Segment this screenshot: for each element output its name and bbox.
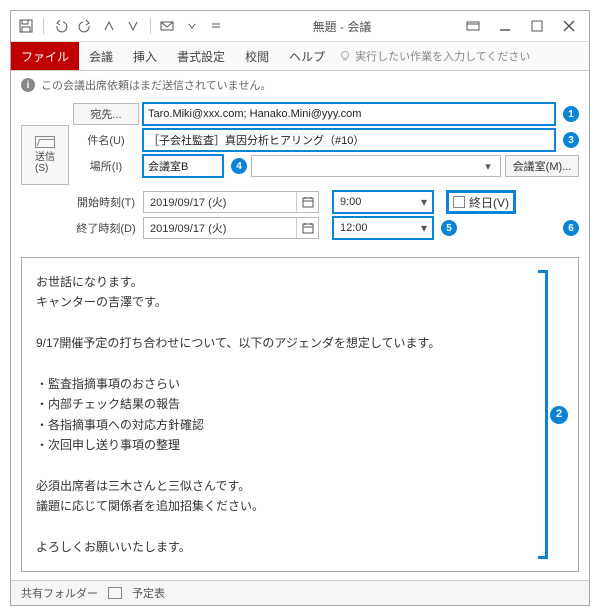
info-text: この会議出席依頼はまだ送信されていません。 [41,77,271,93]
subject-value: ［子会社監査］真因分析ヒアリング（#10） [148,132,364,148]
tell-me[interactable]: 実行したい作業を入力してください [339,48,530,64]
send-label: 送信 [35,152,55,163]
info-bar: i この会議出席依頼はまだ送信されていません。 [11,71,589,99]
tab-review[interactable]: 校閲 [235,42,279,70]
end-time-field[interactable]: 12:00 ▾ [333,217,433,239]
redo-icon[interactable] [76,17,94,35]
to-button[interactable]: 宛先... [73,103,139,125]
save-icon[interactable] [17,17,35,35]
undo-icon[interactable] [52,17,70,35]
start-label: 開始時刻(T) [73,194,139,210]
status-bar: 共有フォルダー 予定表 [11,580,589,605]
end-label: 終了時刻(D) [73,220,139,236]
location-rest[interactable]: ▾ [251,155,501,177]
close-icon[interactable] [555,15,583,37]
info-icon: i [21,78,35,92]
meeting-window: 無題 - 会議 ファイル 会議 挿入 書式設定 校閲 ヘルプ 実行したい作業を入… [10,10,590,606]
callout-4: 4 [231,158,247,174]
ribbon-display-icon[interactable] [459,15,487,37]
tab-help[interactable]: ヘルプ [279,42,335,70]
maximize-icon[interactable] [523,15,551,37]
end-date-value: 2019/09/17 (火) [144,220,296,236]
start-time-value: 9:00 [334,196,416,208]
tab-file[interactable]: ファイル [11,42,79,70]
start-date-value: 2019/09/17 (火) [144,194,296,210]
reply-icon[interactable] [100,17,118,35]
subject-field[interactable]: ［子会社監査］真因分析ヒアリング（#10） [143,129,555,151]
window-title: 無題 - 会議 [225,18,459,35]
calendar-label: 予定表 [132,585,165,601]
quick-access-toolbar [17,17,225,35]
lightbulb-icon [339,50,351,62]
chevron-down-icon: ▾ [416,195,432,209]
shared-folder-label: 共有フォルダー [21,585,98,601]
rooms-button[interactable]: 会議室(M)... [505,155,579,177]
checkbox-icon [453,196,465,208]
end-date-field[interactable]: 2019/09/17 (火) [143,217,319,239]
tab-insert[interactable]: 挿入 [123,42,167,70]
minimize-icon[interactable] [491,15,519,37]
callout-2: 2 [550,406,568,424]
calendar-icon[interactable] [296,218,318,238]
tab-format[interactable]: 書式設定 [167,42,235,70]
callout-3: 3 [563,132,579,148]
location-label: 場所(I) [73,155,139,177]
calendar-icon[interactable] [296,192,318,212]
send-receive-icon[interactable] [159,17,177,35]
send-accel: (S) [35,163,48,174]
tell-me-placeholder: 実行したい作業を入力してください [355,48,530,64]
meeting-form: 送信 (S) 宛先... Taro.Miki@xxx.com; Hanako.M… [11,99,589,251]
forward-icon[interactable] [124,17,142,35]
allday-label: 終日(V) [469,194,509,211]
callout-5: 5 [441,220,457,236]
body-bracket [538,270,548,559]
window-controls [459,15,583,37]
send-icon [35,136,55,148]
body-text: お世話になります。 キャンターの吉澤です。 9/17開催予定の打ち合わせについて… [36,272,564,557]
body-editor[interactable]: お世話になります。 キャンターの吉澤です。 9/17開催予定の打ち合わせについて… [21,257,579,572]
tab-meeting[interactable]: 会議 [79,42,123,70]
allday-checkbox[interactable]: 終日(V) [447,191,515,213]
location-field[interactable]: 会議室B [143,155,223,177]
start-date-field[interactable]: 2019/09/17 (火) [143,191,319,213]
start-time-field[interactable]: 9:00 ▾ [333,191,433,213]
to-field[interactable]: Taro.Miki@xxx.com; Hanako.Mini@yyy.com [143,103,555,125]
end-time-value: 12:00 [334,222,416,234]
ribbon-tabs: ファイル 会議 挿入 書式設定 校閲 ヘルプ 実行したい作業を入力してください [11,41,589,71]
calendar-small-icon [108,587,122,599]
titlebar: 無題 - 会議 [11,11,589,41]
callout-6: 6 [563,220,579,236]
dropdown-icon[interactable] [183,17,201,35]
customize-qat-icon[interactable] [207,17,225,35]
location-value: 会議室B [148,158,188,174]
to-value: Taro.Miki@xxx.com; Hanako.Mini@yyy.com [148,108,361,120]
callout-1: 1 [563,106,579,122]
send-button[interactable]: 送信 (S) [21,125,69,185]
subject-label: 件名(U) [73,129,139,151]
chevron-down-icon: ▾ [480,160,496,173]
chevron-down-icon: ▾ [416,221,432,235]
